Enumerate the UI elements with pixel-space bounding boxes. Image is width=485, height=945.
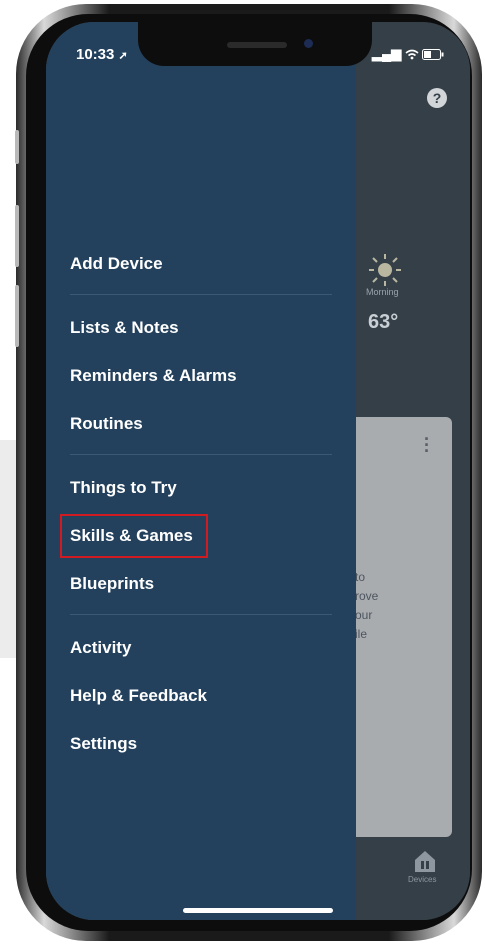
menu-item-activity[interactable]: Activity xyxy=(70,638,131,658)
battery-icon xyxy=(422,49,444,61)
card-text: to rove our ile xyxy=(355,568,378,644)
sun-icon xyxy=(369,254,401,286)
more-options-icon[interactable]: · · · xyxy=(424,430,430,460)
signal-bars-icon: ▂▄▆ xyxy=(372,46,402,61)
home-indicator[interactable] xyxy=(183,908,333,913)
location-arrow-icon: ➚ xyxy=(118,50,128,62)
menu-item-reminders-alarms[interactable]: Reminders & Alarms xyxy=(70,366,237,386)
card-text-line: rove xyxy=(355,589,379,603)
phone-screen: ? Morning 63° · · · to rove our ile Device… xyxy=(46,22,470,920)
status-time: 10:33 ➚ xyxy=(76,46,128,63)
menu-item-settings[interactable]: Settings xyxy=(70,734,137,754)
wifi-icon xyxy=(405,49,419,60)
skills-games-highlight-box xyxy=(60,514,208,558)
speaker-grille xyxy=(227,42,287,48)
card-text-line: ile xyxy=(355,627,368,641)
menu-item-routines[interactable]: Routines xyxy=(70,414,143,434)
devices-tab-label[interactable]: Devices xyxy=(408,875,436,884)
menu-item-add-device[interactable]: Add Device xyxy=(70,254,163,274)
notch xyxy=(138,22,372,66)
navigation-drawer: Add Device Lists & Notes Reminders & Ala… xyxy=(46,22,356,920)
menu-item-things-to-try[interactable]: Things to Try xyxy=(70,478,177,498)
divider xyxy=(70,614,332,615)
weather-label: Morning xyxy=(366,287,399,297)
menu-item-lists-notes[interactable]: Lists & Notes xyxy=(70,318,179,338)
menu-item-blueprints[interactable]: Blueprints xyxy=(70,574,154,594)
front-camera xyxy=(304,39,313,48)
help-icon[interactable]: ? xyxy=(427,88,447,108)
volume-up-button xyxy=(15,205,19,267)
devices-icon[interactable] xyxy=(412,848,438,874)
mute-switch xyxy=(15,130,19,164)
card-text-line: to xyxy=(355,570,366,584)
status-icons: ▂▄▆ xyxy=(372,46,444,62)
menu-item-help-feedback[interactable]: Help & Feedback xyxy=(70,686,207,706)
card-text-line: our xyxy=(355,608,373,622)
volume-down-button xyxy=(15,285,19,347)
divider xyxy=(70,454,332,455)
status-time-text: 10:33 xyxy=(76,46,115,63)
divider xyxy=(70,294,332,295)
weather-temperature: 63° xyxy=(368,311,399,333)
